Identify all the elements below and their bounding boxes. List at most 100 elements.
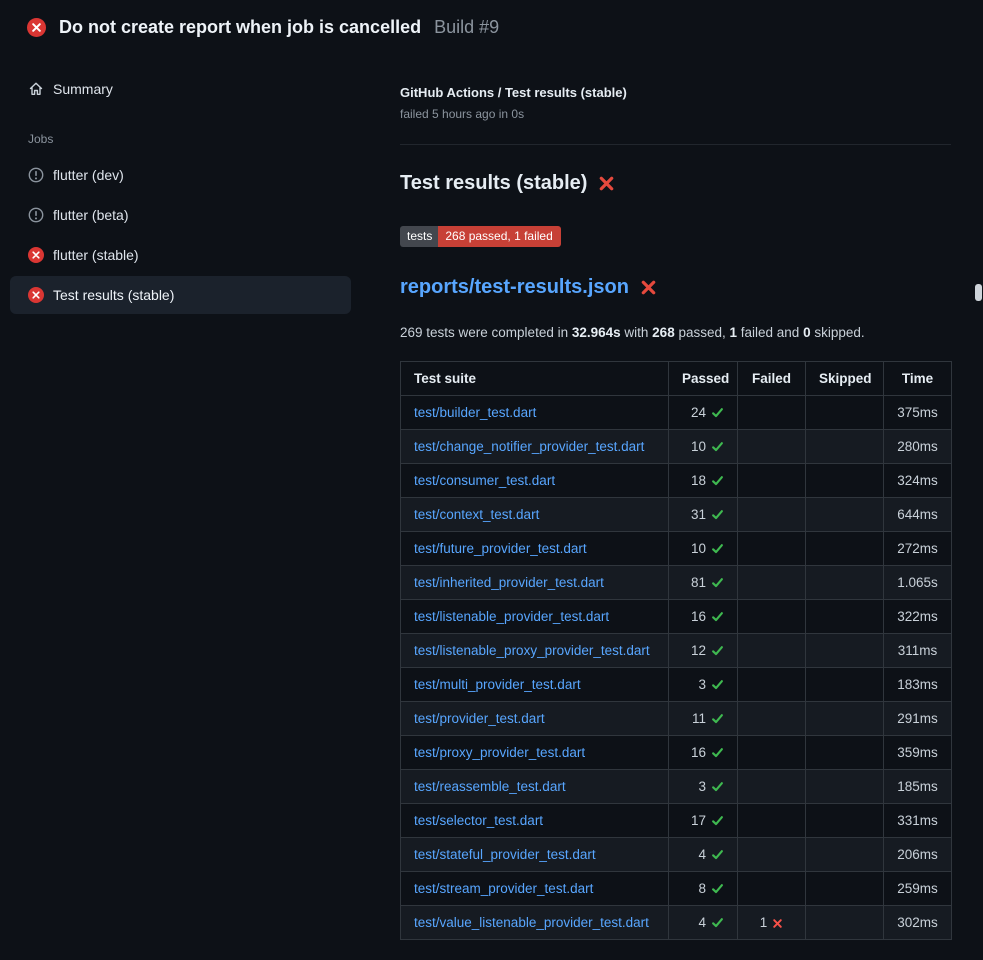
- sidebar-item-summary[interactable]: Summary: [10, 70, 351, 108]
- home-icon: [28, 81, 44, 97]
- test-suite-row: test/change_notifier_provider_test.dart 1…: [401, 430, 952, 464]
- test-suite-row: test/inherited_provider_test.dart 81 1.065…: [401, 566, 952, 600]
- suite-link[interactable]: test/multi_provider_test.dart: [414, 677, 581, 692]
- passed-cell: 17: [669, 804, 738, 838]
- passed-count: 10: [691, 439, 706, 454]
- suite-link[interactable]: test/future_provider_test.dart: [414, 541, 587, 556]
- job-label: flutter (dev): [53, 167, 124, 183]
- scrollbar-thumb[interactable]: [975, 284, 982, 301]
- check-icon: [711, 780, 724, 793]
- skipped-cell: [806, 906, 884, 940]
- test-suite-row: test/multi_provider_test.dart3183ms: [401, 668, 952, 702]
- time-cell: 311ms: [884, 634, 952, 668]
- skipped-cell: [806, 464, 884, 498]
- passed-cell: 11: [669, 702, 738, 736]
- failed-cell: [738, 838, 806, 872]
- time-cell: 331ms: [884, 804, 952, 838]
- suite-cell: test/value_listenable_provider_test.dart: [401, 906, 669, 940]
- test-suite-row: test/selector_test.dart 17 331ms: [401, 804, 952, 838]
- skipped-cell: [806, 668, 884, 702]
- check-icon: [711, 916, 724, 929]
- build-number: Build #9: [434, 17, 499, 38]
- breadcrumb: GitHub Actions / Test results (stable): [400, 85, 951, 100]
- passed-cell: 10: [669, 430, 738, 464]
- time-cell: 1.065s: [884, 566, 952, 600]
- x-mark-icon: [598, 175, 615, 192]
- suite-cell: test/change_notifier_provider_test.dart: [401, 430, 669, 464]
- passed-count: 16: [691, 745, 706, 760]
- passed-count: 4: [698, 915, 706, 930]
- skipped-cell: [806, 770, 884, 804]
- suite-link[interactable]: test/provider_test.dart: [414, 711, 545, 726]
- failed-cell: [738, 634, 806, 668]
- check-icon: [711, 882, 724, 895]
- suite-link[interactable]: test/listenable_proxy_provider_test.dart: [414, 643, 650, 658]
- sidebar-job-flutter-beta[interactable]: flutter (beta): [10, 196, 351, 234]
- suite-cell: test/selector_test.dart: [401, 804, 669, 838]
- passed-cell: 4: [669, 906, 738, 940]
- failed-cell: [738, 566, 806, 600]
- passed-count: 10: [691, 541, 706, 556]
- passed-cell: 16: [669, 600, 738, 634]
- suite-link[interactable]: test/context_test.dart: [414, 507, 539, 522]
- suite-link[interactable]: test/consumer_test.dart: [414, 473, 555, 488]
- sidebar-job-flutter-dev[interactable]: flutter (dev): [10, 156, 351, 194]
- suite-link[interactable]: test/selector_test.dart: [414, 813, 543, 828]
- time-cell: 302ms: [884, 906, 952, 940]
- passed-count: 8: [698, 881, 706, 896]
- exclamation-circle-icon: [28, 207, 44, 223]
- passed-count: 3: [698, 779, 706, 794]
- suite-link[interactable]: test/proxy_provider_test.dart: [414, 745, 585, 760]
- main-content: GitHub Actions / Test results (stable) f…: [368, 54, 983, 960]
- summary-text: passed,: [675, 325, 730, 340]
- suite-link[interactable]: test/builder_test.dart: [414, 405, 536, 420]
- suite-link[interactable]: test/inherited_provider_test.dart: [414, 575, 604, 590]
- time-cell: 324ms: [884, 464, 952, 498]
- suite-cell: test/listenable_proxy_provider_test.dart: [401, 634, 669, 668]
- failed-cell: [738, 464, 806, 498]
- time-cell: 375ms: [884, 396, 952, 430]
- check-icon: [711, 848, 724, 861]
- run-status-line: failed 5 hours ago in 0s: [400, 107, 951, 121]
- passed-count: 11: [692, 711, 706, 726]
- suite-link[interactable]: test/value_listenable_provider_test.dart: [414, 915, 649, 930]
- test-suite-row: test/future_provider_test.dart10272ms: [401, 532, 952, 566]
- failed-count: 1: [760, 915, 768, 930]
- check-icon: [711, 440, 724, 453]
- suite-link[interactable]: test/reassemble_test.dart: [414, 779, 566, 794]
- job-label: flutter (beta): [53, 207, 128, 223]
- suite-link[interactable]: test/stateful_provider_test.dart: [414, 847, 596, 862]
- report-title: reports/test-results.json: [400, 276, 951, 299]
- section-title-text: Test results (stable): [400, 172, 587, 195]
- skipped-cell: [806, 804, 884, 838]
- test-suite-row: test/stateful_provider_test.dart4206ms: [401, 838, 952, 872]
- suite-link[interactable]: test/change_notifier_provider_test.dart: [414, 439, 644, 454]
- sidebar-job-flutter-stable[interactable]: flutter (stable): [10, 236, 351, 274]
- suite-link[interactable]: test/listenable_provider_test.dart: [414, 609, 609, 624]
- summary-value: 0: [803, 325, 811, 340]
- suite-link[interactable]: test/stream_provider_test.dart: [414, 881, 593, 896]
- sidebar-job-test-results-stable[interactable]: Test results (stable): [10, 276, 351, 314]
- test-suite-row: test/listenable_provider_test.dart16322m…: [401, 600, 952, 634]
- skipped-cell: [806, 566, 884, 600]
- exclamation-circle-icon: [28, 167, 44, 183]
- table-body: test/builder_test.dart24375mstest/change…: [401, 396, 952, 940]
- test-suite-row: test/consumer_test.dart18324ms: [401, 464, 952, 498]
- passed-count: 31: [691, 507, 706, 522]
- suite-cell: test/multi_provider_test.dart: [401, 668, 669, 702]
- report-link[interactable]: reports/test-results.json: [400, 276, 629, 299]
- passed-cell: 31: [669, 498, 738, 532]
- suite-cell: test/stream_provider_test.dart: [401, 872, 669, 906]
- suite-cell: test/proxy_provider_test.dart: [401, 736, 669, 770]
- jobs-section-label: Jobs: [28, 132, 351, 146]
- passed-cell: 16: [669, 736, 738, 770]
- failed-cell: [738, 804, 806, 838]
- x-circle-icon: [27, 18, 46, 37]
- passed-count: 24: [691, 405, 706, 420]
- x-circle-icon: [28, 247, 44, 263]
- content-divider: [400, 144, 951, 145]
- suite-cell: test/provider_test.dart: [401, 702, 669, 736]
- col-header-time: Time: [884, 362, 952, 396]
- passed-count: 16: [691, 609, 706, 624]
- passed-count: 81: [691, 575, 706, 590]
